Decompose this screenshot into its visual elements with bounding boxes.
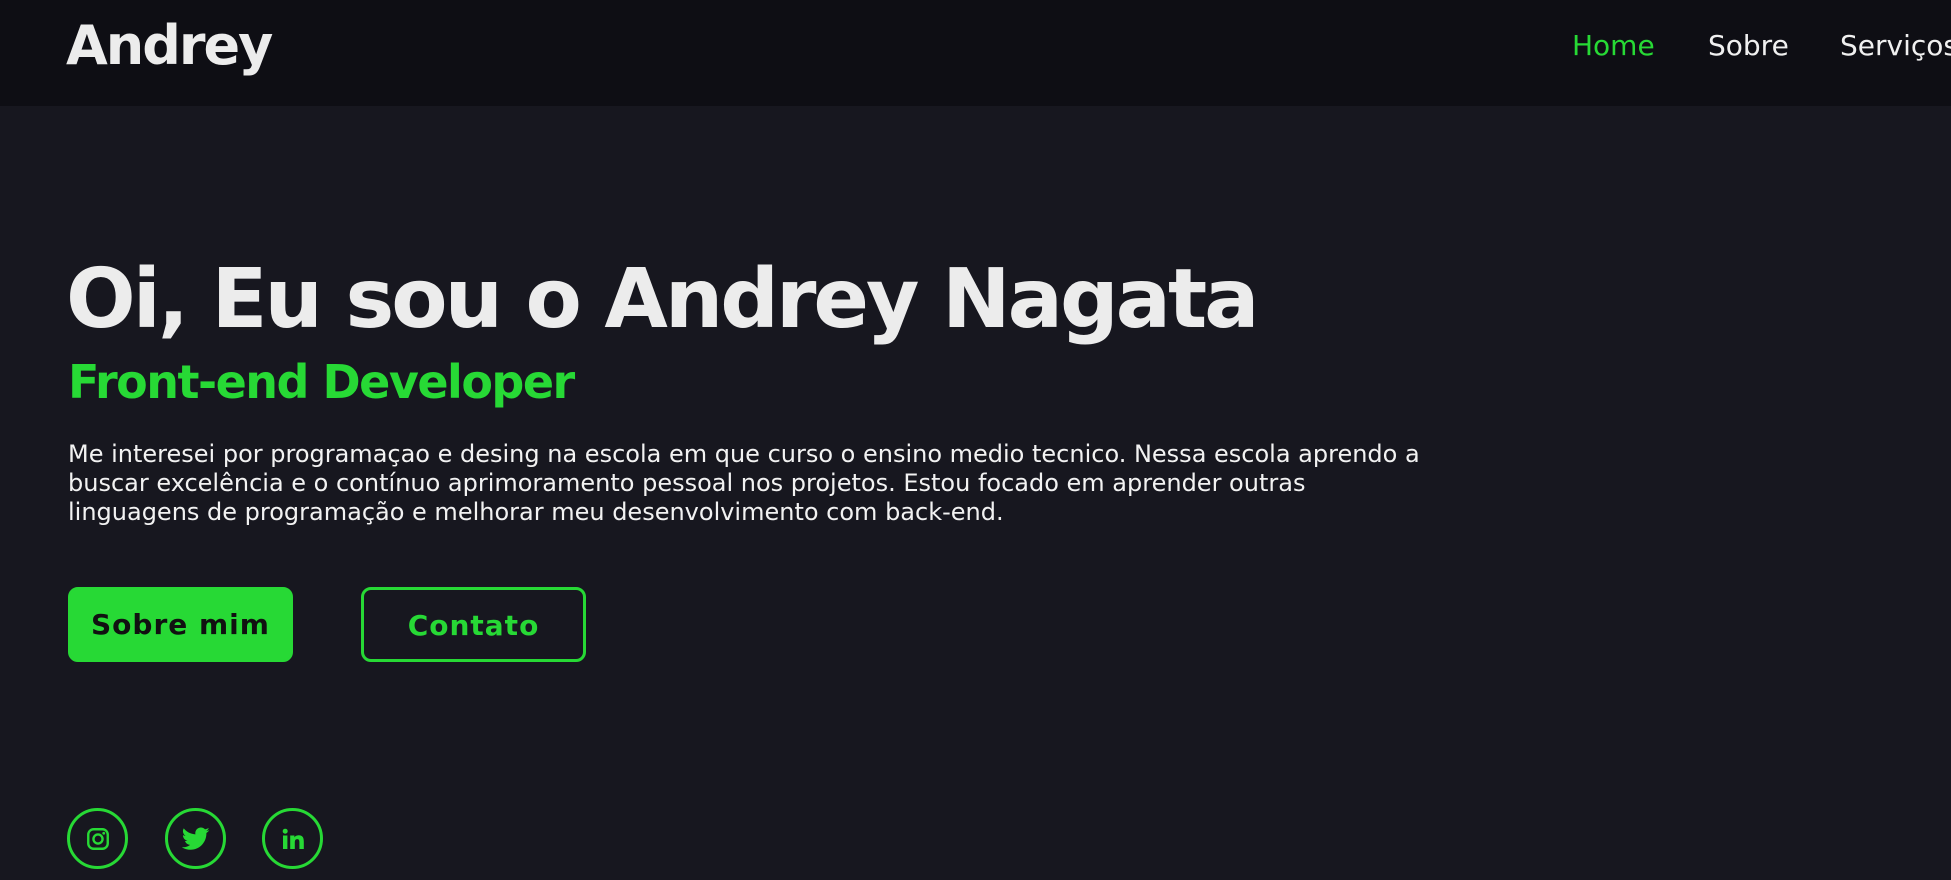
hero-title: Oi, Eu sou o Andrey Nagata xyxy=(66,252,1260,347)
page: Andrey Home Sobre Serviços Oi, Eu sou o … xyxy=(0,0,1951,880)
site-logo[interactable]: Andrey xyxy=(66,14,273,78)
hero-subtitle: Front-end Developer xyxy=(68,355,575,409)
linkedin-icon xyxy=(281,827,305,851)
about-me-button[interactable]: Sobre mim xyxy=(68,587,293,662)
contact-button[interactable]: Contato xyxy=(361,587,586,662)
site-header: Andrey Home Sobre Serviços xyxy=(0,0,1951,106)
twitter-icon xyxy=(181,826,210,851)
twitter-link[interactable] xyxy=(165,808,226,869)
nav-link-sobre[interactable]: Sobre xyxy=(1708,26,1789,66)
instagram-link[interactable] xyxy=(67,808,128,869)
nav-link-servicos[interactable]: Serviços xyxy=(1840,26,1951,66)
nav-link-home[interactable]: Home xyxy=(1572,26,1655,66)
instagram-icon xyxy=(85,826,111,852)
hero-description: Me interesei por programaçao e desing na… xyxy=(68,440,1420,526)
linkedin-link[interactable] xyxy=(262,808,323,869)
